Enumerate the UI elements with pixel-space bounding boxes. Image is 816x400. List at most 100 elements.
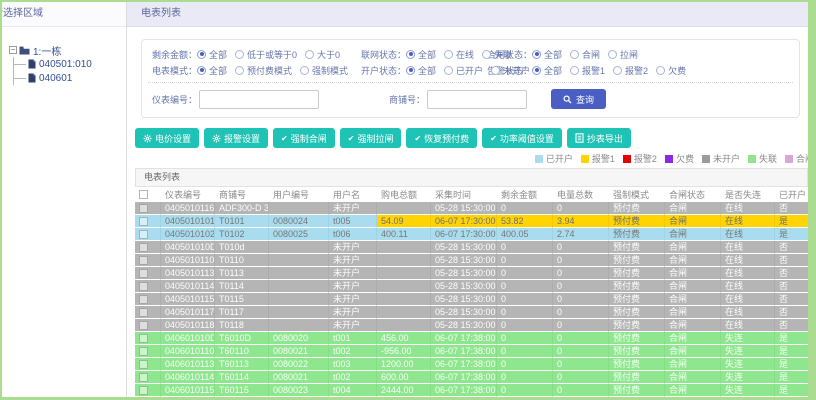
table-row[interactable]: 0405010113 T0113 未开户 05-28 15:30:00 0 0 预付费 合闸在… (135, 267, 808, 280)
query-button[interactable]: 查询 (551, 89, 607, 109)
toolbar-button-恢复预付费[interactable]: ✔ 恢复预付费 (406, 128, 478, 148)
radio-icon[interactable] (235, 49, 245, 59)
table-row[interactable]: 040601010D T6010D 0080020 t001 456.00 06-07 1… (135, 332, 808, 345)
row-checkbox[interactable] (139, 372, 148, 382)
cell-user-name: t004 (329, 384, 377, 397)
radio-option[interactable]: 报警1 (570, 64, 605, 77)
tree-children: 040501:010 040601 (13, 57, 126, 85)
radio-icon[interactable] (656, 65, 666, 75)
toolbar-button-功率阈值设置[interactable]: ✔ 功率阈值设置 (482, 128, 562, 148)
radio-option[interactable]: 欠费 (656, 64, 686, 77)
cell-purchase-total (377, 306, 431, 319)
shop-no-input[interactable] (427, 89, 528, 109)
table-row[interactable]: 0405010117 T0117 未开户 05-28 15:30:00 0 0 预付费 合闸在… (135, 306, 808, 319)
radio-icon[interactable] (406, 49, 416, 59)
cell-user-no (269, 293, 329, 306)
table-row[interactable]: 0405010118 T0118 未开户 05-28 15:30:00 0 0 预付费 合闸在… (135, 319, 808, 332)
radio-option[interactable]: 强制模式 (300, 64, 348, 77)
table-row[interactable]: 0405010114 T0114 未开户 05-28 15:30:00 0 0 预付费 合闸在… (135, 280, 808, 293)
table-row[interactable]: 0405010116 ADF300-D 3 未开户 05-28 15:30:00 0 0 预… (135, 202, 808, 215)
radio-icon[interactable] (532, 65, 542, 75)
cell-user-name: 未开户 (329, 280, 377, 293)
table-row[interactable]: 0406010113 T60113 0080022 t003 1200.00 06-07 … (135, 358, 808, 371)
table-row[interactable]: 0405010110 T0110 未开户 05-28 15:30:00 0 0 预付费 合闸在… (135, 254, 808, 267)
radio-option[interactable]: 报警2 (613, 64, 648, 77)
table-row[interactable]: 0406010110 T60110 0080021 t002 -956.00 06-07 … (135, 345, 808, 358)
radio-icon[interactable] (532, 49, 542, 59)
radio-option[interactable]: 大于0 (305, 48, 340, 61)
table-scroll-area[interactable]: 仪表编号 商铺号 用户编号 用户名 购电总额 采集时间 剩余金额 电量总数 强制模式 合闸状态 是否… (135, 187, 808, 397)
cell-balance: 0 (497, 358, 553, 371)
toolbar-button-电价设置[interactable]: 电价设置 (135, 128, 200, 148)
row-checkbox[interactable] (139, 216, 148, 226)
cell-meter-no: 0405010101 (161, 215, 215, 228)
row-checkbox[interactable] (139, 255, 148, 265)
row-checkbox[interactable] (139, 307, 148, 317)
radio-icon[interactable] (608, 49, 618, 59)
radio-option[interactable]: 全部 (532, 48, 562, 61)
row-checkbox[interactable] (139, 333, 148, 343)
radio-icon[interactable] (613, 65, 623, 75)
radio-option[interactable]: 合闸 (570, 48, 600, 61)
row-checkbox-cell (135, 215, 161, 228)
radio-icon[interactable] (305, 49, 315, 59)
radio-icon[interactable] (444, 49, 454, 59)
toolbar-button-报警设置[interactable]: 报警设置 (204, 128, 269, 148)
table-row[interactable]: 0406010115 T60115 0080023 t004 2444.00 06-07 … (135, 384, 808, 397)
meter-no-input[interactable] (199, 89, 320, 109)
radio-option-label: 已开户 (456, 65, 484, 76)
radio-icon[interactable] (406, 65, 416, 75)
radio-icon[interactable] (482, 49, 492, 59)
radio-icon[interactable] (570, 49, 580, 59)
row-checkbox[interactable] (139, 268, 148, 278)
collapse-icon[interactable]: − (9, 46, 17, 54)
toolbar-button-强制合闸[interactable]: ✔ 强制合闸 (273, 128, 335, 148)
row-checkbox[interactable] (139, 281, 148, 291)
table-row[interactable]: 0405010101 T0101 0080024 t005 54.09 06-07 17:… (135, 215, 808, 228)
radio-option[interactable]: 全部 (406, 48, 436, 61)
main-panel: 电表列表 剩余金额： 全部 低于或等于0 大于0 联网状态： 全部 在线 失联 合闸状态： 全部合… (127, 2, 808, 397)
row-checkbox[interactable] (139, 385, 148, 395)
radio-icon[interactable] (570, 65, 580, 75)
tree-node-root[interactable]: − 1:一栋 (9, 43, 126, 58)
cell-user-name: 未开户 (329, 254, 377, 267)
radio-option[interactable]: 全部 (197, 48, 227, 61)
row-checkbox[interactable] (139, 203, 148, 213)
radio-icon[interactable] (491, 65, 501, 75)
table-row[interactable]: 0405010102 T0102 0080025 t006 400.11 06-07 17… (135, 228, 808, 241)
radio-option[interactable]: 拉闸 (608, 48, 638, 61)
table-row[interactable]: 040501010D T010d 未开户 05-28 15:30:00 0 0 预付费 合闸在… (135, 241, 808, 254)
select-all-checkbox[interactable] (139, 190, 148, 199)
row-checkbox[interactable] (139, 320, 148, 330)
radio-option[interactable]: 低于或等于0 (235, 48, 297, 61)
cell-force-mode: 预付费 (609, 293, 665, 306)
radio-icon[interactable] (197, 49, 207, 59)
radio-option[interactable]: 全部 (532, 64, 562, 77)
cell-balance: 0 (497, 293, 553, 306)
table-row[interactable]: 0405010115 T0115 未开户 05-28 15:30:00 0 0 预付费 合闸在… (135, 293, 808, 306)
table-row[interactable]: 0406010114 T60114 0080021 t002 600.00 06-07 1… (135, 371, 808, 384)
radio-icon[interactable] (300, 65, 310, 75)
toolbar-button-强制拉闸[interactable]: ✔ 强制拉闸 (339, 128, 402, 148)
cell-balance: 0 (497, 332, 553, 345)
tree-node-040601[interactable]: 040601 (14, 71, 126, 85)
toolbar-button-label: 报警设置 (224, 133, 261, 144)
radio-option[interactable]: 在线 (444, 48, 474, 61)
tree-node-040501:010[interactable]: 040501:010 (14, 57, 126, 71)
cell-user-name: t001 (329, 332, 377, 345)
row-checkbox[interactable] (139, 294, 148, 304)
radio-icon[interactable] (197, 65, 207, 75)
radio-option[interactable]: 全部 (406, 64, 436, 77)
radio-icon[interactable] (444, 65, 454, 75)
radio-option[interactable]: 预付费模式 (235, 64, 292, 77)
row-checkbox[interactable] (139, 229, 148, 239)
radio-icon[interactable] (235, 65, 245, 75)
row-checkbox[interactable] (139, 242, 148, 252)
radio-option[interactable]: 全部 (197, 64, 227, 77)
column-header-opened: 已开户 (775, 187, 808, 202)
cell-user-name: 未开户 (329, 202, 377, 215)
row-checkbox[interactable] (139, 346, 148, 356)
toolbar-button-抄表导出[interactable]: 抄表导出 (566, 128, 631, 148)
row-checkbox[interactable] (139, 359, 148, 369)
radio-option[interactable]: 已开户 (444, 64, 483, 77)
